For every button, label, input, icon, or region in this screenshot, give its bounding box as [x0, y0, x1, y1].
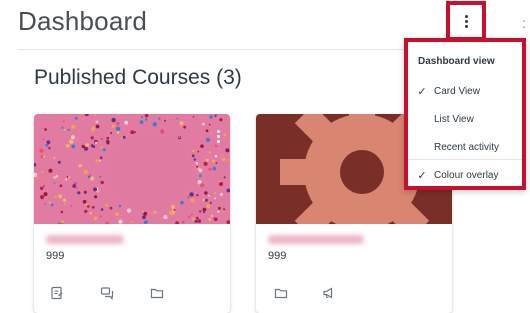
checkmark-icon: ✓ — [417, 85, 427, 98]
course-name-redacted[interactable] — [46, 235, 124, 244]
edge-fragment: : — [522, 15, 526, 31]
assignments-icon[interactable] — [46, 282, 68, 304]
announcements-icon[interactable] — [318, 282, 340, 304]
card-action-bar — [34, 282, 230, 306]
menu-divider — [408, 159, 522, 160]
menu-item-label: List View — [434, 113, 474, 125]
dashboard-options-button[interactable] — [446, 1, 486, 41]
files-icon[interactable] — [270, 282, 292, 304]
menu-header: Dashboard view — [418, 56, 495, 67]
dotted-circle-image — [34, 114, 230, 224]
course-term: 999 — [268, 250, 287, 262]
course-card-image[interactable] — [34, 114, 230, 224]
files-icon[interactable] — [146, 282, 168, 304]
title-divider — [18, 49, 410, 50]
checkmark-icon: ✓ — [417, 169, 427, 182]
menu-item-label: Card View — [434, 85, 480, 97]
discussions-icon[interactable] — [96, 282, 118, 304]
kebab-vertical-icon — [464, 14, 468, 28]
published-courses-heading: Published Courses (3) — [34, 66, 242, 89]
menu-item-label: Colour overlay — [434, 169, 499, 181]
course-term: 999 — [46, 250, 65, 262]
menu-item-colour-overlay[interactable]: ✓ Colour overlay — [408, 164, 522, 186]
card-action-bar — [256, 282, 452, 306]
menu-item-recent-activity[interactable]: Recent activity — [408, 136, 522, 158]
menu-item-label: Recent activity — [434, 141, 500, 153]
page-title: Dashboard — [18, 6, 147, 36]
card-options-icon[interactable] — [217, 130, 220, 143]
menu-item-card-view[interactable]: ✓ Card View — [408, 80, 522, 102]
menu-item-list-view[interactable]: List View — [408, 108, 522, 130]
course-card[interactable]: 999 — [34, 114, 230, 313]
course-name-redacted[interactable] — [268, 235, 364, 244]
dashboard-view-menu: Dashboard view ✓ Card View List View Rec… — [404, 38, 526, 190]
